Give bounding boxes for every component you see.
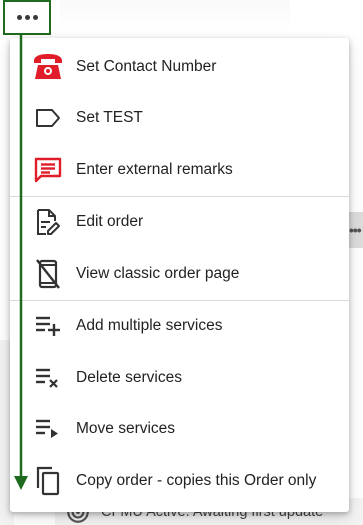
playlist-play-icon — [32, 413, 64, 445]
page-header-area — [60, 0, 290, 30]
more-horizontal-icon — [16, 15, 22, 20]
menu-item-delete-services[interactable]: Delete services — [10, 352, 349, 404]
more-horizontal-icon: ••• — [349, 222, 362, 238]
playlist-add-icon — [32, 310, 64, 342]
menu-item-edit-order[interactable]: Edit order — [10, 197, 349, 249]
menu-item-label: Enter external remarks — [76, 160, 233, 178]
actions-menu: Set Contact Number Set TEST Enter extern… — [10, 38, 349, 512]
mobile-off-icon — [32, 258, 64, 290]
copy-icon — [32, 465, 64, 497]
menu-item-enter-external-remarks[interactable]: Enter external remarks — [10, 144, 349, 196]
menu-item-label: View classic order page — [76, 264, 240, 282]
more-dot — [32, 15, 38, 20]
menu-item-label: Delete services — [76, 368, 182, 386]
menu-item-set-test[interactable]: Set TEST — [10, 93, 349, 145]
edit-document-icon — [32, 206, 64, 238]
menu-item-copy-order[interactable]: Copy order - copies this Order only — [10, 455, 349, 507]
playlist-remove-icon — [32, 362, 64, 394]
menu-item-view-classic-order-page[interactable]: View classic order page — [10, 248, 349, 300]
menu-item-add-multiple-services[interactable]: Add multiple services — [10, 301, 349, 353]
phone-icon — [32, 51, 64, 83]
menu-item-set-contact-number[interactable]: Set Contact Number — [10, 41, 349, 93]
label-tag-icon — [32, 102, 64, 134]
menu-item-move-services[interactable]: Move services — [10, 404, 349, 456]
more-actions-button[interactable] — [3, 0, 51, 35]
menu-item-label: Move services — [76, 420, 176, 438]
menu-item-label: Add multiple services — [76, 317, 223, 335]
menu-item-label: Edit order — [76, 213, 144, 231]
menu-item-label: Copy order - copies this Order only — [76, 471, 317, 489]
more-dot — [24, 15, 30, 20]
menu-item-label: Set Contact Number — [76, 57, 217, 75]
menu-item-label: Set TEST — [76, 109, 143, 127]
comment-icon — [32, 154, 64, 186]
